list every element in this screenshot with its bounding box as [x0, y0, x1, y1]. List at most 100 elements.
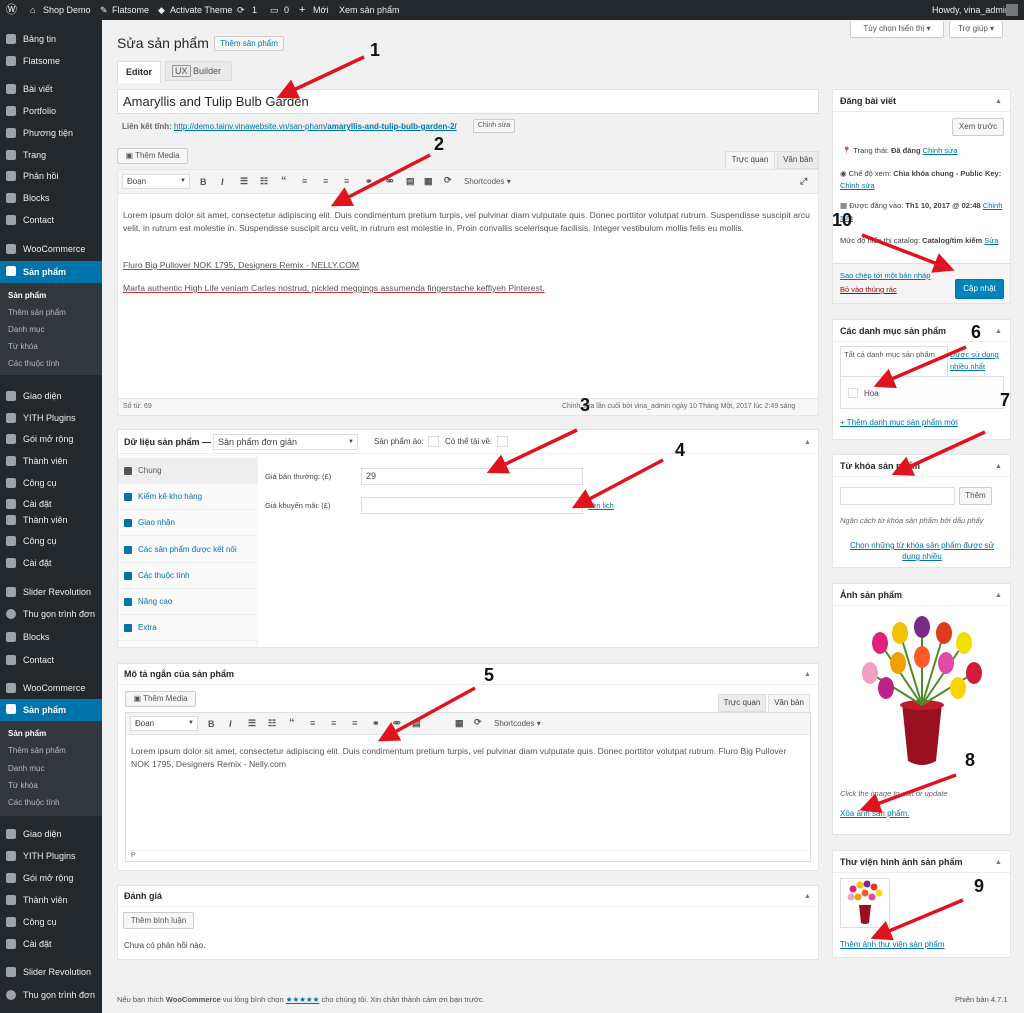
short-desc-format-select[interactable]: Đoạn ▼ — [130, 716, 198, 731]
site-name-link[interactable]: Shop Demo — [43, 0, 91, 20]
collapse-arrow-icon[interactable]: ▲ — [804, 439, 1016, 446]
collapse-arrow-icon[interactable]: ▲ — [995, 463, 1016, 470]
tab-inventory[interactable]: Kiểm kê kho hàng — [118, 484, 258, 510]
short-desc-tab-text[interactable]: Văn bản — [768, 694, 810, 712]
wordpress-logo-icon[interactable]: Ⓦ — [6, 0, 17, 20]
unlink-icon[interactable]: ⚮ — [393, 718, 401, 729]
align-right-icon[interactable]: ≡ — [344, 176, 349, 186]
collapse-arrow-icon[interactable]: ▲ — [995, 98, 1016, 105]
submenu-categories-2[interactable]: Danh mục — [0, 761, 102, 777]
sidebar-item-plugins-2[interactable]: Gói mở rộng — [0, 868, 102, 888]
bullet-list-icon[interactable]: ☰ — [248, 718, 256, 729]
tab-shipping[interactable]: Giao nhận — [118, 510, 258, 536]
read-more-icon[interactable]: ▤ — [412, 718, 421, 729]
view-product-link[interactable]: Xem sản phẩm — [339, 0, 400, 20]
numbered-list-icon[interactable]: ☷ — [260, 176, 268, 187]
sidebar-item-products-2[interactable]: Sản phẩm — [0, 699, 102, 721]
permalink-url[interactable]: http://demo.tainv.vinawebsite.vn/san-pha… — [174, 122, 457, 131]
editor-paragraph-2[interactable]: Fluro Big Pullover NOK 1795, Designers R… — [123, 260, 359, 270]
sidebar-item-slider[interactable]: Slider Revolution — [0, 582, 102, 602]
align-left-icon[interactable]: ≡ — [310, 718, 315, 728]
bold-icon[interactable]: B — [200, 177, 207, 187]
submenu-products-2[interactable]: Sản phẩm — [0, 726, 102, 742]
permalink-edit-button[interactable]: Chỉnh sửa — [473, 119, 515, 133]
bullet-list-icon[interactable]: ☰ — [240, 176, 248, 187]
sidebar-item-pages[interactable]: Trang — [0, 145, 102, 165]
align-center-icon[interactable]: ≡ — [331, 718, 336, 728]
tag-input[interactable] — [840, 487, 955, 505]
bold-icon[interactable]: B — [208, 719, 215, 729]
regular-price-input[interactable]: 29 — [361, 468, 583, 485]
sidebar-item-contact-2[interactable]: Contact — [0, 650, 102, 670]
sidebar-item-products[interactable]: Sản phẩm — [0, 261, 102, 283]
add-category-link[interactable]: + Thêm danh mục sản phẩm mới — [840, 418, 958, 427]
sidebar-item-yith[interactable]: YITH Plugins — [0, 408, 102, 428]
align-center-icon[interactable]: ≡ — [323, 176, 328, 186]
submenu-attributes-2[interactable]: Các thuộc tính — [0, 795, 102, 811]
sidebar-item-slider-2[interactable]: Slider Revolution — [0, 962, 102, 982]
theme-link[interactable]: Flatsome — [112, 0, 149, 20]
submenu-add-product[interactable]: Thêm sản phẩm — [0, 305, 102, 321]
plus-icon[interactable]: + — [299, 0, 305, 20]
remove-image-link[interactable]: Xóa ảnh sản phẩm. — [840, 809, 909, 818]
sidebar-item-settings-2[interactable]: Cài đặt — [0, 553, 102, 573]
submenu-tags-2[interactable]: Từ khóa — [0, 778, 102, 794]
howdy-user[interactable]: Howdy, vina_admin — [932, 0, 1010, 20]
catalog-edit-link[interactable]: Sửa — [984, 236, 998, 245]
tab-ux-builder[interactable]: UX Builder — [165, 61, 232, 81]
sidebar-item-users[interactable]: Thành viên — [0, 451, 102, 471]
read-more-icon[interactable]: ▤ — [406, 176, 415, 187]
help-button[interactable]: Trợ giúp ▾ — [949, 21, 1003, 38]
editor-paragraph-3[interactable]: Marfa authentic High Life veniam Carles … — [123, 283, 545, 293]
numbered-list-icon[interactable]: ☷ — [268, 718, 276, 729]
avatar[interactable] — [1006, 4, 1018, 16]
sidebar-item-users-3[interactable]: Thành viên — [0, 890, 102, 910]
collapse-arrow-icon[interactable]: ▲ — [995, 592, 1016, 599]
sidebar-collapse-2[interactable]: Thu gọn trình đơn — [0, 985, 102, 1005]
downloadable-checkbox[interactable] — [497, 436, 508, 447]
refresh-icon[interactable]: ⟳ — [444, 175, 452, 186]
tab-visual[interactable]: Trực quan — [725, 151, 775, 169]
sidebar-item-woocommerce[interactable]: WooCommerce — [0, 239, 102, 259]
sidebar-item-plugins[interactable]: Gói mở rộng — [0, 429, 102, 449]
align-left-icon[interactable]: ≡ — [302, 176, 307, 186]
screen-options-button[interactable]: Tùy chọn hiển thị ▾ — [850, 21, 944, 38]
sidebar-item-blocks-2[interactable]: Blocks — [0, 627, 102, 647]
product-type-select[interactable]: Sản phẩm đơn giản ▼ — [213, 434, 358, 450]
tab-advanced[interactable]: Nâng cao — [118, 589, 258, 615]
submenu-add-product-2[interactable]: Thêm sản phẩm — [0, 743, 102, 759]
add-media-button[interactable]: ▣ Thêm Media — [117, 148, 188, 164]
submenu-tags[interactable]: Từ khóa — [0, 339, 102, 355]
link-icon[interactable]: ⚭ — [365, 176, 373, 187]
add-product-button[interactable]: Thêm sản phẩm — [214, 36, 284, 51]
short-desc-add-media-button[interactable]: ▣ Thêm Media — [125, 691, 196, 707]
rating-stars-link[interactable]: ★★★★★ — [286, 995, 320, 1004]
tab-editor[interactable]: Editor — [117, 61, 161, 83]
comments-count[interactable]: 0 — [284, 0, 289, 20]
sidebar-item-appearance-2[interactable]: Giao diện — [0, 824, 102, 844]
sale-price-input[interactable] — [361, 497, 583, 514]
format-select[interactable]: Đoạn ▼ — [122, 174, 190, 189]
add-gallery-images-link[interactable]: Thêm ảnh thư viện sản phẩm — [840, 940, 945, 949]
sidebar-item-flatsome[interactable]: Flatsome — [0, 51, 102, 71]
align-right-icon[interactable]: ≡ — [352, 718, 357, 728]
sidebar-item-tools[interactable]: Công cụ — [0, 473, 102, 493]
trash-link[interactable]: Bỏ vào thùng rác — [840, 285, 897, 294]
choose-tags-link[interactable]: Chọn những từ khóa sản phẩm được sử dụng… — [840, 540, 1004, 562]
sidebar-item-yith-2[interactable]: YITH Plugins — [0, 846, 102, 866]
gallery-thumbnail[interactable] — [840, 878, 890, 928]
short-desc-shortcodes-menu[interactable]: Shortcodes ▾ — [494, 719, 541, 728]
add-comment-button[interactable]: Thêm bình luận — [123, 912, 194, 929]
sidebar-item-settings-3[interactable]: Cài đặt — [0, 934, 102, 954]
sidebar-item-portfolio[interactable]: Portfolio — [0, 101, 102, 121]
sidebar-item-contact[interactable]: Contact — [0, 210, 102, 230]
sidebar-item-posts[interactable]: Bài viết — [0, 79, 102, 99]
sidebar-item-media[interactable]: Phương tiện — [0, 123, 102, 143]
short-desc-body[interactable]: Lorem ipsum dolor sit amet, consectetur … — [131, 745, 803, 771]
copy-to-draft-link[interactable]: Sao chép tới một bản nháp — [840, 271, 930, 280]
sidebar-item-tools-2[interactable]: Công cụ — [0, 531, 102, 551]
italic-icon[interactable]: I — [229, 719, 232, 729]
comment-icon[interactable]: ▭ — [270, 0, 279, 20]
collapse-arrow-icon[interactable]: ▲ — [995, 328, 1016, 335]
shortcodes-menu[interactable]: Shortcodes ▾ — [464, 177, 511, 186]
